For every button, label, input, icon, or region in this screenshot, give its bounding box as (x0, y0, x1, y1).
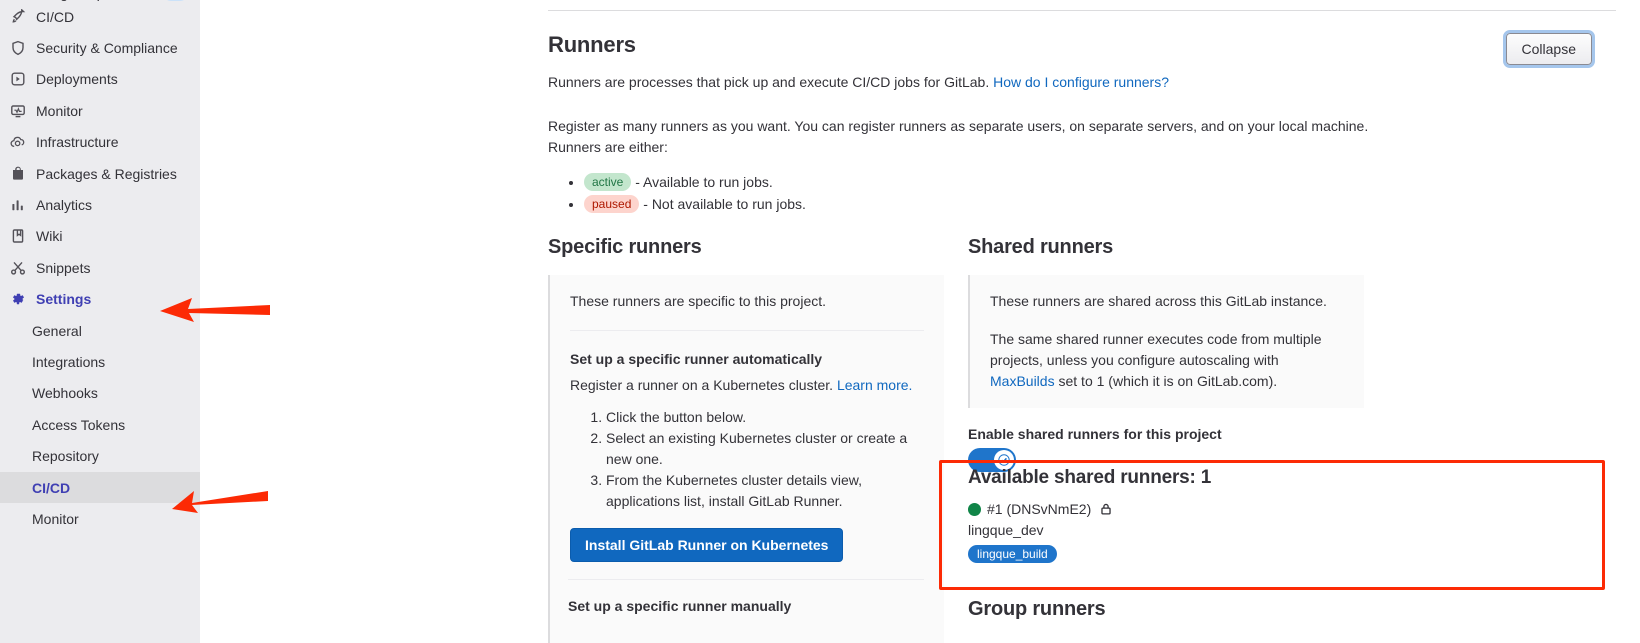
specific-runners-panel: These runners are specific to this proje… (548, 275, 944, 578)
sidebar-subitem-label: Monitor (32, 510, 79, 527)
list-item: paused - Not available to run jobs. (584, 194, 806, 215)
sidebar-item-cicd[interactable]: CI/CD (0, 1, 200, 32)
sidebar-subitem-label: Repository (32, 448, 99, 465)
available-shared-runners: Available shared runners: 1 #1 (DNSvNmE2… (968, 467, 1568, 563)
sidebar-item-infrastructure[interactable]: Infrastructure (0, 127, 200, 158)
sidebar-subitem-repository[interactable]: Repository (0, 440, 200, 471)
runners-register-text: Register as many runners as you want. Yo… (548, 118, 1369, 155)
sidebar-subitem-label: CI/CD (32, 479, 71, 496)
status-badge-paused: paused (584, 195, 640, 213)
group-runners-title: Group runners (968, 598, 1106, 620)
shared-runners-column: Shared runners These runners are shared … (968, 236, 1364, 472)
sidebar-item-deployments[interactable]: Deployments (0, 64, 200, 95)
sidebar-item-label: Monitor (36, 102, 83, 119)
sidebar-item-label: Deployments (36, 71, 118, 88)
manual-setup-title: Set up a specific runner manually (568, 598, 792, 614)
maxbuilds-link[interactable]: MaxBuilds (990, 373, 1055, 389)
shared-runners-desc: These runners are shared across this Git… (990, 293, 1327, 309)
sidebar-item-label: Packages & Registries (36, 165, 177, 182)
sidebar-item-packages-registries[interactable]: Packages & Registries (0, 158, 200, 189)
merge-request-icon (10, 0, 26, 1)
sidebar-subitem-label: Webhooks (32, 385, 98, 402)
list-item: active - Available to run jobs. (584, 172, 806, 193)
sidebar-item-label: Snippets (36, 259, 91, 276)
sidebar-subitem-general[interactable]: General (0, 315, 200, 346)
sidebar-subitem-integrations[interactable]: Integrations (0, 346, 200, 377)
sidebar-subitem-webhooks[interactable]: Webhooks (0, 378, 200, 409)
sidebar-subitem-access-tokens[interactable]: Access Tokens (0, 409, 200, 440)
sidebar-subitem-cicd[interactable]: CI/CD (0, 471, 200, 504)
auto-setup-desc-text: Register a runner on a Kubernetes cluste… (570, 377, 834, 393)
install-gitlab-runner-kubernetes-button[interactable]: Install GitLab Runner on Kubernetes (570, 528, 844, 562)
sidebar-item-snippets[interactable]: Snippets (0, 252, 200, 283)
list-item: Select an existing Kubernetes cluster or… (606, 428, 924, 470)
sidebar-item-settings[interactable]: Settings (0, 284, 200, 315)
list-item: Click the button below. (606, 407, 924, 428)
sidebar-subitem-label: General (32, 322, 82, 339)
sidebar-item-label: CI/CD (36, 8, 75, 25)
list-item: From the Kubernetes cluster details view… (606, 470, 924, 512)
main-content: Runners Collapse Runners are processes t… (200, 0, 1640, 643)
gear-icon (10, 291, 26, 307)
panel-divider (570, 330, 924, 331)
runner-name: #1 (DNSvNmE2) (987, 501, 1092, 517)
monitor-icon (10, 103, 26, 119)
runner-tag-badge: lingque_build (968, 545, 1057, 563)
learn-more-link[interactable]: Learn more. (837, 377, 912, 393)
book-icon (10, 228, 26, 244)
specific-runners-title: Specific runners (548, 236, 702, 258)
page-title: Runners (548, 32, 636, 57)
sidebar-item-label: Merge requests (36, 0, 153, 1)
shield-icon (10, 40, 26, 56)
snippet-icon (10, 260, 26, 276)
package-icon (10, 166, 26, 182)
auto-setup-title: Set up a specific runner automatically (570, 351, 823, 367)
sidebar-item-label: Settings (36, 291, 92, 308)
shared-runners-desc2-a: The same shared runner executes code fro… (990, 331, 1322, 368)
runner-status-list: active - Available to run jobs. paused -… (548, 172, 806, 216)
sidebar-item-analytics[interactable]: Analytics (0, 189, 200, 220)
status-badge-desc: - Not available to run jobs. (643, 196, 806, 212)
specific-runners-column: Specific runners These runners are speci… (548, 236, 944, 578)
available-shared-runners-title: Available shared runners: 1 (968, 467, 1212, 488)
shared-runners-desc2-b: set to 1 (which it is on GitLab.com). (1058, 373, 1278, 389)
runner-owner: lingque_dev (968, 522, 1044, 538)
chart-icon (10, 197, 26, 213)
status-badge-active: active (584, 173, 632, 191)
enable-shared-runners-label: Enable shared runners for this project (968, 426, 1222, 442)
shared-runners-panel: These runners are shared across this Git… (968, 275, 1364, 408)
auto-setup-steps: Click the button below. Select an existi… (570, 407, 924, 512)
sidebar: Merge requests 0 CI/CD Security & Compli… (0, 0, 200, 643)
sidebar-subitem-label: Integrations (32, 353, 106, 370)
sidebar-item-security-compliance[interactable]: Security & Compliance (0, 32, 200, 63)
lock-icon (1099, 502, 1113, 516)
sidebar-item-label: Analytics (36, 197, 93, 214)
sidebar-item-monitor[interactable]: Monitor (0, 95, 200, 126)
status-badge-desc: - Available to run jobs. (635, 174, 773, 190)
sidebar-subitem-label: Access Tokens (32, 416, 126, 433)
runner-status-online-icon (968, 502, 981, 516)
shared-runners-desc2: The same shared runner executes code fro… (990, 329, 1344, 392)
auto-setup-desc: Register a runner on a Kubernetes cluste… (570, 375, 924, 396)
collapse-button-wrap: Collapse (1502, 30, 1596, 68)
runners-intro-text: Runners are processes that pick up and e… (548, 74, 990, 90)
runners-section-header: Runners Collapse (548, 30, 1616, 68)
shared-runners-title: Shared runners (968, 236, 1114, 258)
sidebar-item-label: Security & Compliance (36, 40, 178, 57)
configure-runners-link[interactable]: How do I configure runners? (993, 74, 1169, 90)
sidebar-item-label: Infrastructure (36, 134, 119, 151)
deployments-icon (10, 71, 26, 87)
rocket-icon (10, 8, 26, 25)
runners-intro: Runners are processes that pick up and e… (548, 72, 1548, 93)
cloud-gear-icon (10, 134, 26, 150)
sidebar-item-wiki[interactable]: Wiki (0, 221, 200, 252)
content-divider (548, 10, 1616, 11)
sidebar-item-label: Wiki (36, 228, 63, 245)
runner-row[interactable]: #1 (DNSvNmE2) (968, 501, 1568, 517)
sidebar-subitem-monitor[interactable]: Monitor (0, 503, 200, 534)
specific-runners-desc: These runners are specific to this proje… (570, 293, 827, 309)
panel-divider (568, 579, 924, 580)
collapse-button[interactable]: Collapse (1502, 30, 1596, 68)
